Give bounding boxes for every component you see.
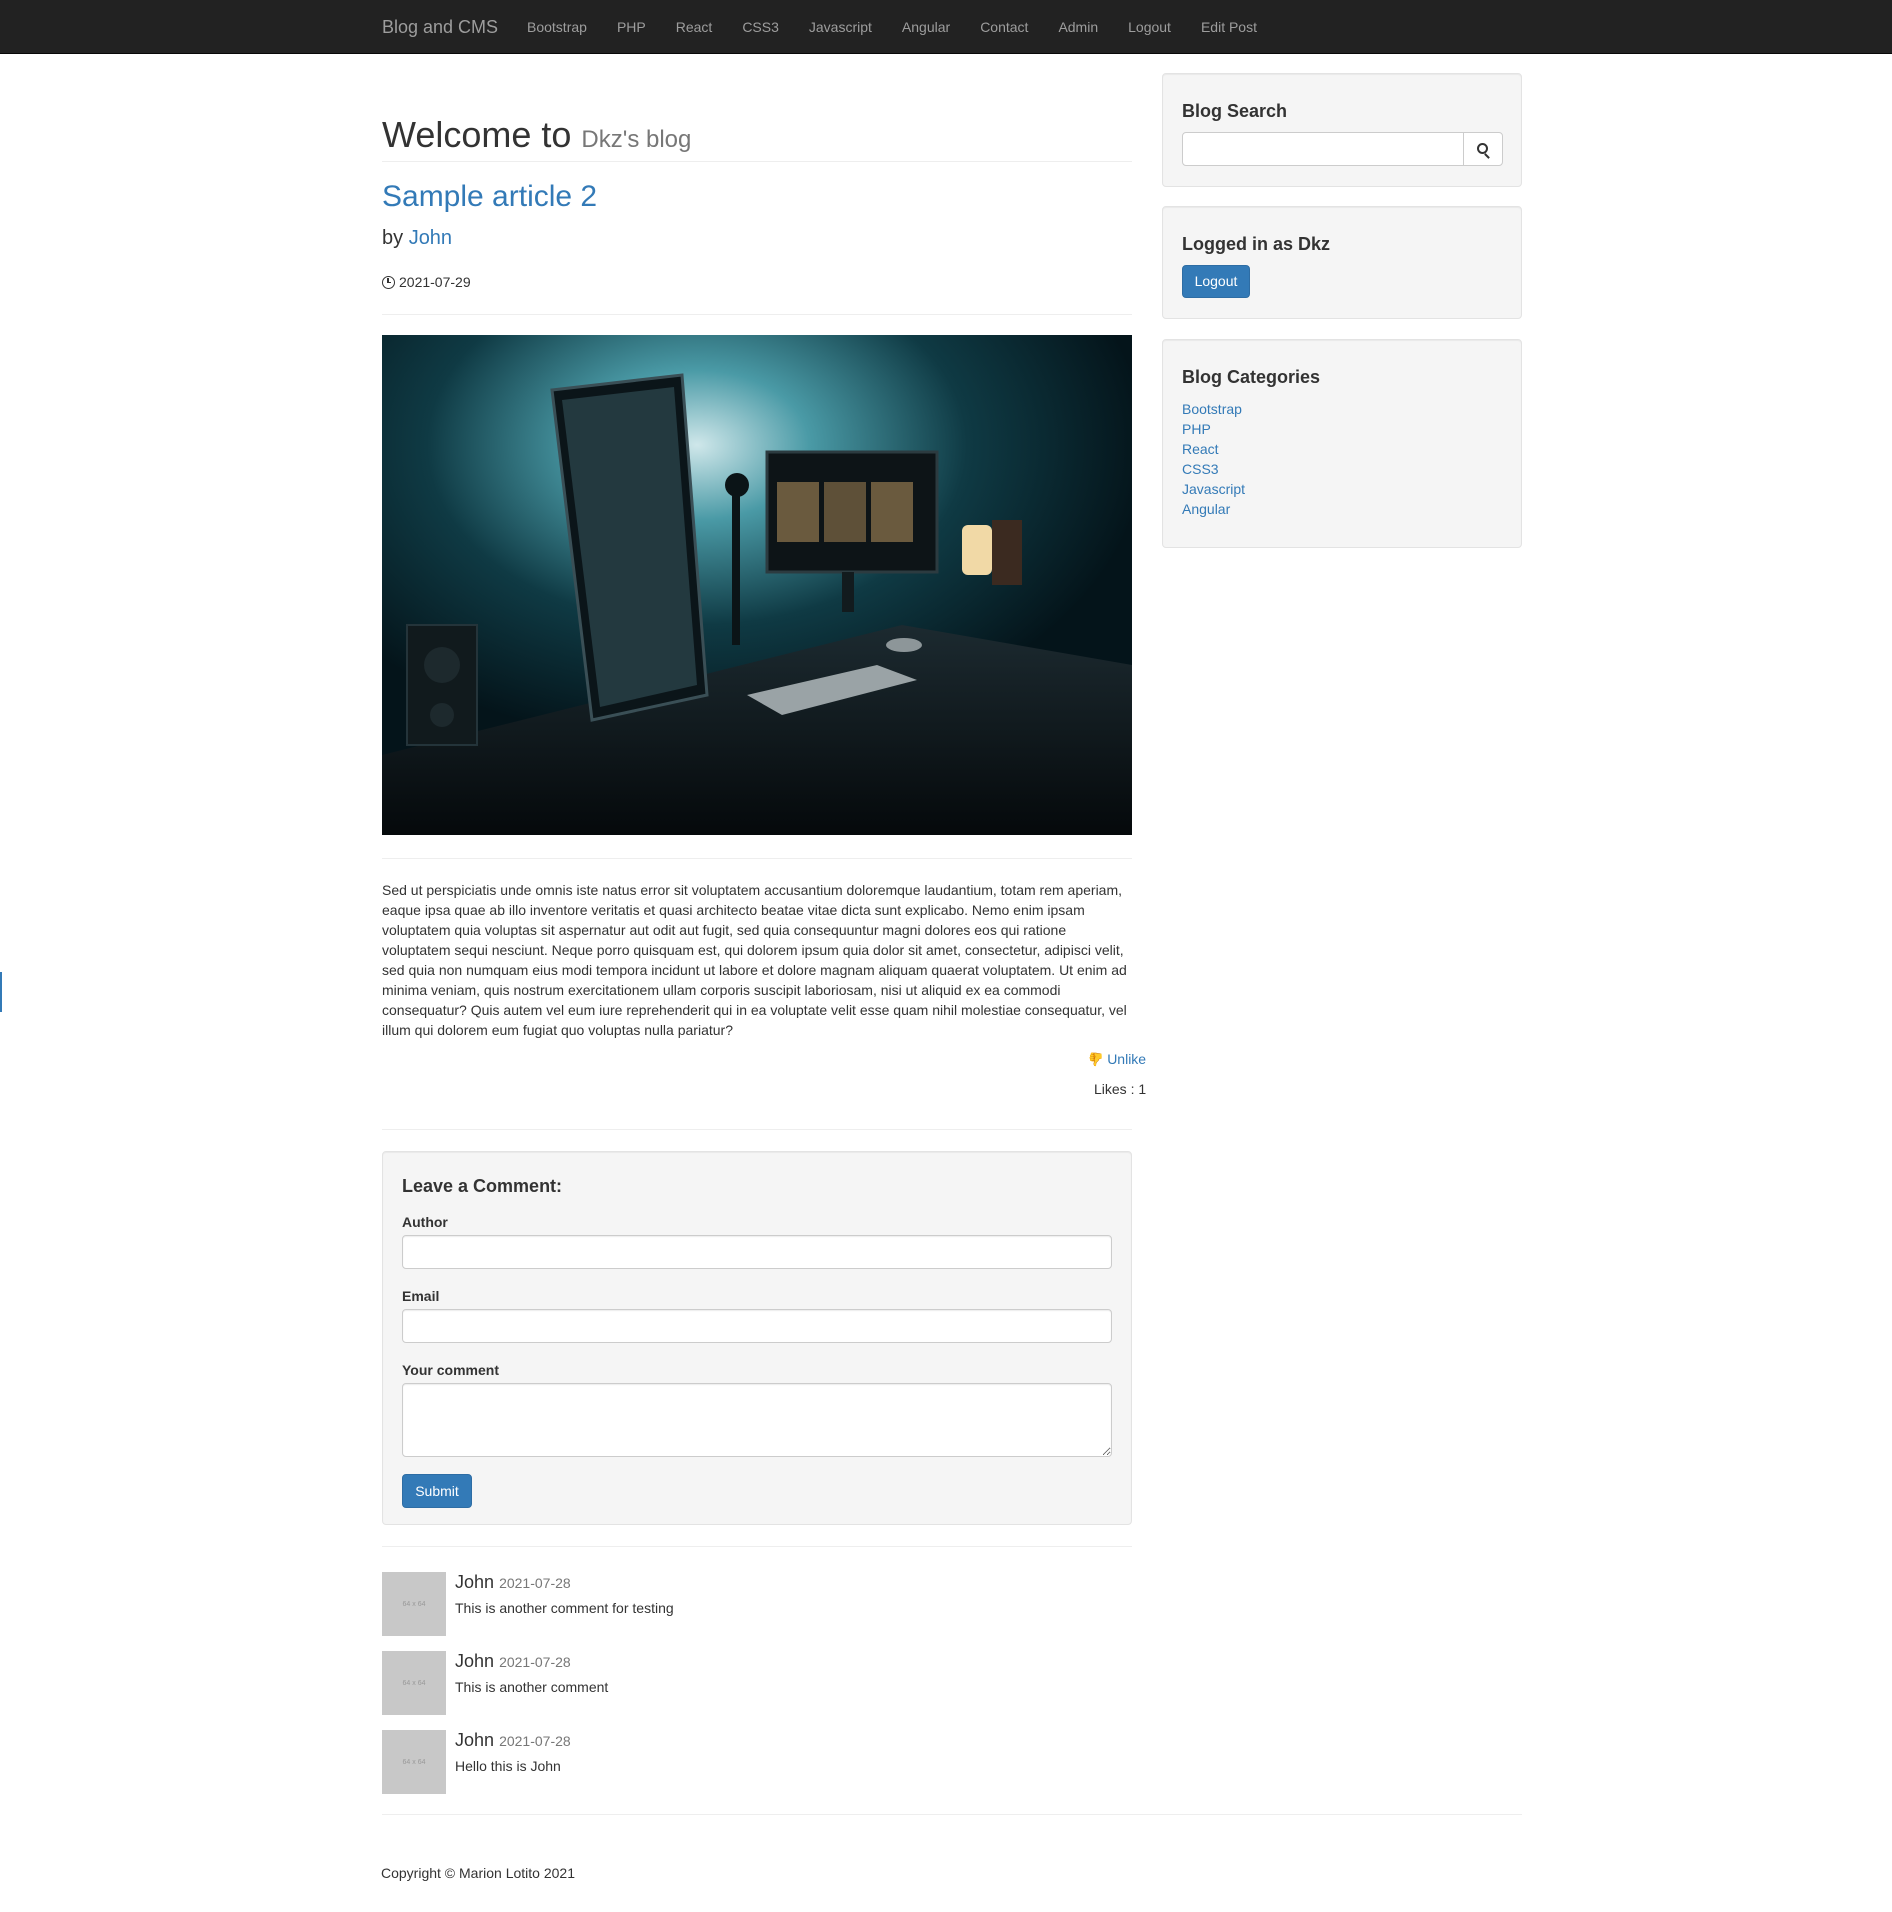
comment-item: 64 x 64 John 2021-07-28 Hello this is Jo… [382,1730,1132,1794]
blog-categories-widget: Blog Categories Bootstrap PHP React CSS3… [1162,339,1522,548]
post-image [382,335,1132,835]
likes-count: Likes : 1 [1094,1081,1147,1097]
comment-item: 64 x 64 John 2021-07-28 This is another … [382,1572,1132,1636]
blog-search-heading: Blog Search [1182,101,1288,121]
category-list: Bootstrap PHP React CSS3 Javascript Angu… [1182,399,1245,519]
search-button[interactable] [1463,132,1503,166]
author-input[interactable] [402,1235,1112,1269]
footer-copyright: Copyright © Marion Lotito 2021 [381,1865,575,1881]
edge-marker [0,972,2,1012]
comment-author-name: John [455,1730,495,1750]
comment-item: 64 x 64 John 2021-07-28 This is another … [382,1651,1132,1715]
category-link-css3[interactable]: CSS3 [1182,461,1219,477]
avatar: 64 x 64 [382,1651,446,1715]
navbar-links: Bootstrap PHP React CSS3 Javascript Angu… [527,19,1287,35]
comment-form: Leave a Comment: Author Email Your comme… [382,1151,1132,1525]
category-link-javascript[interactable]: Javascript [1182,481,1245,497]
comment-date: 2021-07-28 [499,1575,571,1591]
submit-button[interactable]: Submit [402,1474,472,1508]
divider [382,161,1132,162]
comment-text: This is another comment for testing [455,1600,674,1616]
category-link-react[interactable]: React [1182,441,1219,457]
comment-date: 2021-07-28 [499,1733,571,1749]
nav-link-php[interactable]: PHP [617,19,646,35]
comment-author-name: John [455,1572,495,1592]
nav-link-admin[interactable]: Admin [1058,19,1098,35]
divider [382,858,1132,859]
unlike-button[interactable]: 👍 Unlike [1088,1051,1146,1067]
post-date: 2021-07-29 [382,274,471,290]
nav-link-edit-post[interactable]: Edit Post [1201,19,1257,35]
nav-link-javascript[interactable]: Javascript [809,19,872,35]
comment-form-heading: Leave a Comment: [402,1176,563,1196]
comment-date: 2021-07-28 [499,1654,571,1670]
comment-author: John 2021-07-28 [455,1730,571,1751]
comment-text: This is another comment [455,1679,609,1695]
page-title: Welcome to Dkz's blog [382,114,691,156]
logout-button[interactable]: Logout [1182,265,1250,298]
avatar: 64 x 64 [382,1572,446,1636]
divider [382,1546,1132,1547]
divider [382,314,1132,315]
email-label: Email [402,1288,440,1304]
page-subtitle: Dkz's blog [581,126,692,153]
post-body: Sed ut perspiciatis unde omnis iste natu… [382,882,1127,1038]
nav-link-css3[interactable]: CSS3 [742,19,779,35]
footer-divider [382,1814,1522,1815]
post-author-link[interactable]: John [409,227,452,249]
email-input[interactable] [402,1309,1112,1343]
author-label: Author [402,1214,448,1230]
comment-text: Hello this is John [455,1758,561,1774]
clock-icon [382,275,395,289]
nav-link-react[interactable]: React [676,19,713,35]
post-title[interactable]: Sample article 2 [382,180,597,214]
page-title-text: Welcome to [382,114,572,155]
category-link-php[interactable]: PHP [1182,421,1211,437]
by-label: by [382,227,404,249]
nav-link-contact[interactable]: Contact [980,19,1028,35]
comment-textarea[interactable] [402,1383,1112,1457]
search-icon [1476,142,1488,154]
comment-author: John 2021-07-28 [455,1651,571,1672]
category-link-angular[interactable]: Angular [1182,501,1230,517]
comment-author-name: John [455,1651,495,1671]
search-input[interactable] [1182,132,1464,166]
blog-categories-heading: Blog Categories [1182,367,1321,387]
logged-in-heading: Logged in as Dkz [1182,234,1331,254]
comment-author: John 2021-07-28 [455,1572,571,1593]
nav-link-bootstrap[interactable]: Bootstrap [527,19,587,35]
thumbs-down-icon: 👍 [1088,1052,1105,1067]
blog-search-widget: Blog Search [1162,73,1522,187]
navbar-brand[interactable]: Blog and CMS [382,17,498,38]
post-date-text: 2021-07-29 [399,274,471,290]
desk-photo [382,335,1132,835]
divider [382,1129,1132,1130]
unlike-label: Unlike [1107,1051,1147,1067]
avatar: 64 x 64 [382,1730,446,1794]
post-byline: by John [382,227,452,250]
category-link-bootstrap[interactable]: Bootstrap [1182,401,1242,417]
nav-link-angular[interactable]: Angular [902,19,950,35]
navbar: Blog and CMS Bootstrap PHP React CSS3 Ja… [0,0,1892,54]
comment-label: Your comment [402,1362,499,1378]
nav-link-logout[interactable]: Logout [1128,19,1171,35]
login-status-widget: Logged in as Dkz Logout [1162,206,1522,319]
